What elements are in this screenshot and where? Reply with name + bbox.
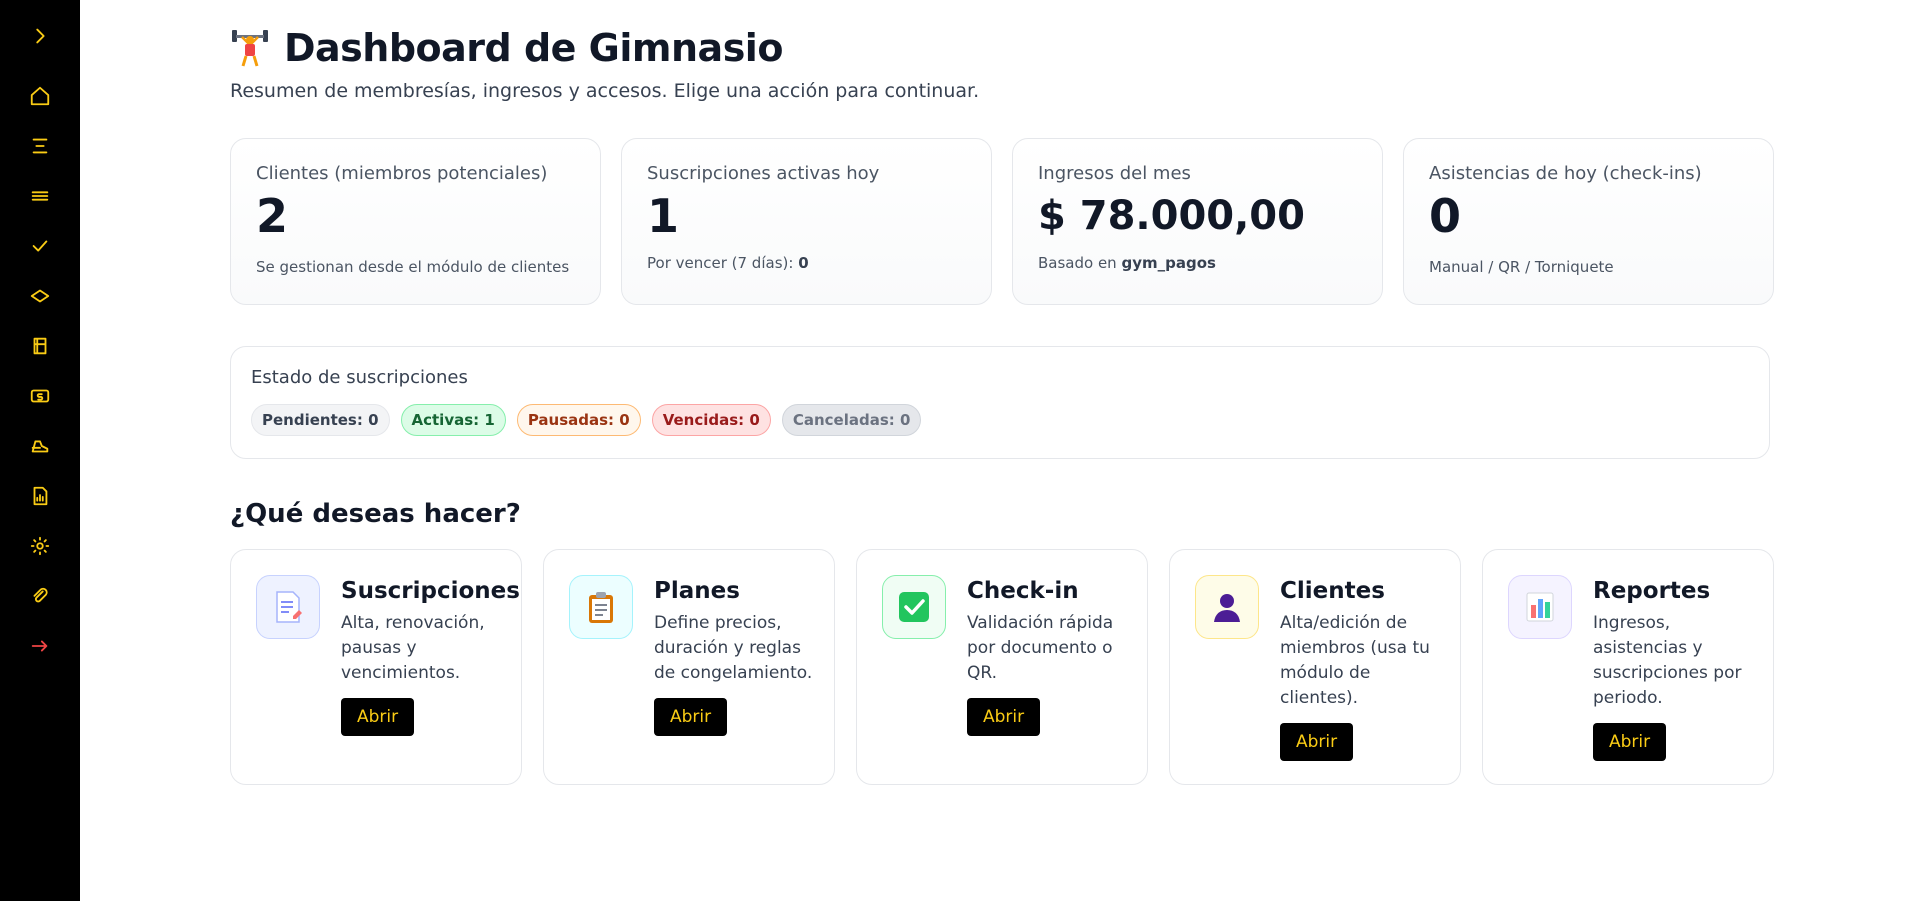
document-icon (256, 575, 320, 639)
kpi-label: Asistencias de hoy (check-ins) (1429, 163, 1702, 184)
logout-arrow-icon[interactable] (0, 626, 80, 666)
action-card-plans: Planes Define precios, duración y reglas… (543, 549, 835, 785)
action-card-subscriptions: Suscripciones Alta, renovación, pausas y… (230, 549, 522, 785)
checkbox-icon (882, 575, 946, 639)
action-title: Reportes (1593, 578, 1711, 604)
page-subtitle: Resumen de membresías, ingresos y acceso… (230, 80, 980, 102)
home-icon[interactable] (0, 76, 80, 116)
list-icon[interactable] (0, 176, 80, 216)
open-reports-button[interactable]: Abrir (1593, 723, 1667, 761)
kpi-note: Basado en gym_pagos (1038, 254, 1216, 272)
kpi-label: Suscripciones activas hoy (647, 163, 880, 184)
action-card-reports: Reportes Ingresos, asistencias y suscrip… (1482, 549, 1774, 785)
status-badge-expired: Vencidas: 0 (651, 404, 771, 436)
status-badge-pending: Pendientes: 0 (251, 404, 390, 436)
kpi-note: Por vencer (7 días): 0 (647, 254, 809, 272)
status-pills: Pendientes: 0 Activas: 1 Pausadas: 0 Ven… (251, 404, 1749, 436)
action-description: Validación rápida por documento o QR. (967, 613, 1114, 683)
menu-align-icon[interactable] (0, 126, 80, 166)
user-shoe-icon[interactable] (0, 426, 80, 466)
diamond-icon[interactable] (0, 276, 80, 316)
subscription-status-panel: Estado de suscripciones Pendientes: 0 Ac… (230, 346, 1770, 459)
kpi-card-monthly-income: Ingresos del mes $ 78.000,00 Basado en g… (1012, 138, 1383, 305)
sun-settings-icon[interactable] (0, 526, 80, 566)
action-description: Define precios, duración y reglas de con… (654, 613, 813, 683)
action-title: Suscripciones (341, 578, 520, 604)
kpi-value: 2 (256, 189, 289, 243)
kpi-card-clients: Clientes (miembros potenciales) 2 Se ges… (230, 138, 601, 305)
status-badge-active: Activas: 1 (400, 404, 506, 436)
person-icon (1195, 575, 1259, 639)
paperclip-icon[interactable] (0, 576, 80, 616)
open-clients-button[interactable]: Abrir (1280, 723, 1354, 761)
cash-icon[interactable] (0, 376, 80, 416)
check-icon[interactable] (0, 226, 80, 266)
sidebar (0, 0, 80, 901)
chevron-right-icon[interactable] (0, 16, 80, 56)
kpi-note: Se gestionan desde el módulo de clientes (256, 258, 570, 276)
kpi-note: Manual / QR / Torniquete (1429, 258, 1614, 276)
open-subscriptions-button[interactable]: Abrir (341, 698, 415, 736)
action-description: Alta, renovación, pausas y vencimientos. (341, 613, 485, 683)
action-title: Clientes (1280, 578, 1385, 604)
kpi-value: 0 (1429, 189, 1462, 243)
kpi-value: 1 (647, 189, 680, 243)
open-plans-button[interactable]: Abrir (654, 698, 728, 736)
kpi-card-active-subscriptions: Suscripciones activas hoy 1 Por vencer (… (621, 138, 992, 305)
report-icon[interactable] (0, 476, 80, 516)
status-title: Estado de suscripciones (251, 367, 468, 388)
kpi-label: Ingresos del mes (1038, 163, 1191, 184)
action-description: Ingresos, asistencias y suscripciones po… (1593, 613, 1742, 708)
action-card-checkin: Check-in Validación rápida por documento… (856, 549, 1148, 785)
action-title: Planes (654, 578, 740, 604)
kpi-value: $ 78.000,00 (1038, 193, 1305, 239)
open-checkin-button[interactable]: Abrir (967, 698, 1041, 736)
actions-title: ¿Qué deseas hacer? (230, 499, 521, 529)
action-description: Alta/edición de miembros (usa tu módulo … (1280, 613, 1430, 708)
cart-icon[interactable] (0, 326, 80, 366)
action-title: Check-in (967, 578, 1079, 604)
clipboard-icon (569, 575, 633, 639)
page-header: Dashboard de Gimnasio (230, 26, 783, 70)
action-card-clients: Clientes Alta/edición de miembros (usa t… (1169, 549, 1461, 785)
kpi-label: Clientes (miembros potenciales) (256, 163, 548, 184)
status-badge-cancelled: Canceladas: 0 (781, 404, 922, 436)
kpi-card-checkins: Asistencias de hoy (check-ins) 0 Manual … (1403, 138, 1774, 305)
bar-chart-icon (1508, 575, 1572, 639)
status-badge-paused: Pausadas: 0 (516, 404, 641, 436)
weightlifter-icon (232, 30, 268, 67)
page-title: Dashboard de Gimnasio (284, 26, 783, 70)
